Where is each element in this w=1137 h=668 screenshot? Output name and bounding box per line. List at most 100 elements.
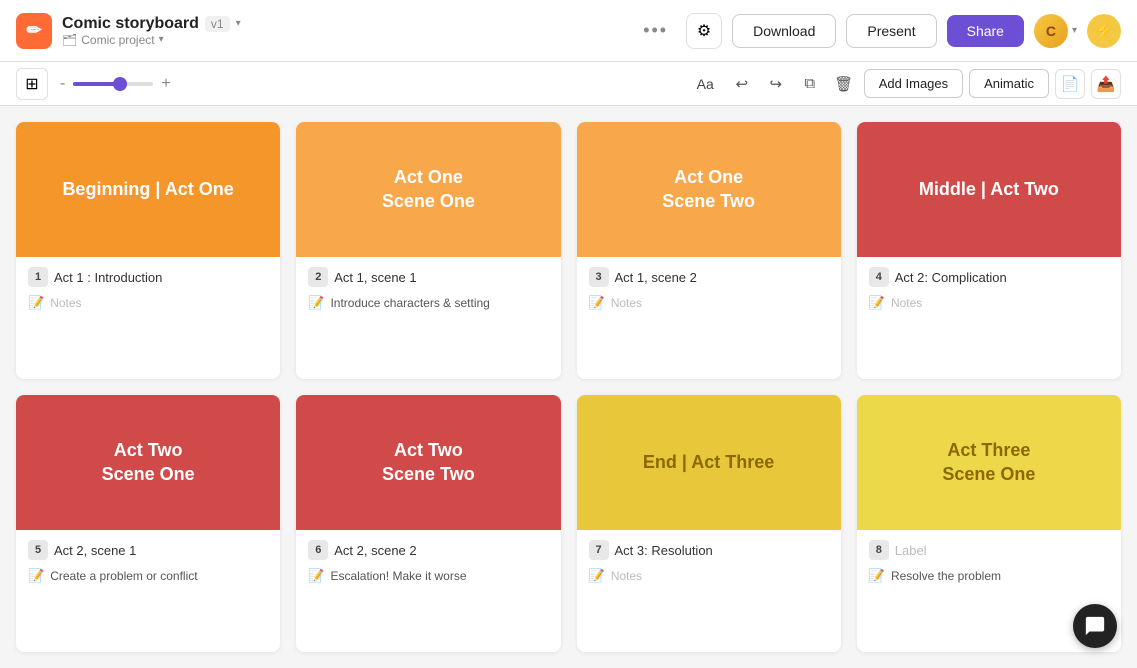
card-image: Act TwoScene Two [296, 395, 560, 530]
card-body: 8Label📝Resolve the problem [857, 530, 1121, 592]
avatar-group: C ▾ [1034, 14, 1077, 48]
card-body: 7 Act 3: Resolution 📝 Notes [577, 530, 841, 592]
card-body: 3 Act 1, scene 2 📝 Notes [577, 257, 841, 319]
card-image: Act OneScene One [296, 122, 560, 257]
notes-row: 📝 Notes [589, 295, 829, 311]
version-chevron[interactable]: ▾ [236, 18, 241, 29]
notes-row: 📝 Notes [589, 568, 829, 584]
download-button[interactable]: Download [732, 14, 836, 48]
more-options-button[interactable]: ••• [635, 16, 676, 45]
scene-row: 5 Act 2, scene 1 [28, 540, 268, 560]
card-body: 2 Act 1, scene 1 📝 Introduce characters & s… [296, 257, 560, 319]
notes-text: Notes [50, 296, 81, 310]
present-button[interactable]: Present [846, 14, 936, 48]
scene-number: 5 [28, 540, 48, 560]
notes-icon: 📝 [308, 295, 324, 311]
chat-bubble-button[interactable] [1073, 604, 1117, 648]
duplicate-button[interactable]: ⧉ [796, 70, 824, 98]
scene-title: Act 1, scene 1 [334, 270, 416, 285]
chat-icon [1084, 615, 1106, 637]
scene-number: 8 [869, 540, 889, 560]
zoom-slider[interactable] [73, 82, 153, 86]
app-title: Comic storyboard [62, 15, 199, 33]
avatar: C [1034, 14, 1068, 48]
scene-title: Act 3: Resolution [615, 543, 713, 558]
notes-icon: 📝 [28, 295, 44, 311]
notes-row: 📝 Introduce characters & setting [308, 295, 548, 311]
card-body: 1Act 1 : Introduction 📝 Notes [16, 257, 280, 319]
storyboard-card[interactable]: Act TwoScene One 5 Act 2, scene 1 📝 Create a… [16, 395, 280, 652]
settings-button[interactable]: ⚙ [686, 13, 722, 49]
animatic-button[interactable]: Animatic [969, 69, 1049, 98]
undo-button[interactable]: ↩ [728, 70, 756, 98]
scene-number: 1 [28, 267, 48, 287]
notes-text: Introduce characters & setting [330, 296, 489, 310]
notes-text: Notes [611, 296, 642, 310]
scene-number: 2 [308, 267, 328, 287]
scene-number: 7 [589, 540, 609, 560]
header: ✏ Comic storyboard v1 ▾ 🗂 Comic project … [0, 0, 1137, 62]
export-button[interactable]: 📤 [1091, 69, 1121, 99]
font-button[interactable]: Aa [689, 72, 722, 96]
folder-icon: 🗂 [62, 33, 77, 47]
notes-icon: 📝 [589, 295, 605, 311]
zoom-minus-button[interactable]: - [56, 73, 69, 95]
scene-title: Act 2: Complication [895, 270, 1007, 285]
card-image: Beginning | Act One [16, 122, 280, 257]
project-name: Comic project [81, 33, 154, 47]
scene-number: 4 [869, 267, 889, 287]
notes-row: 📝 Notes [28, 295, 268, 311]
scene-row: 8 Label [869, 540, 1109, 560]
notes-icon: 📝 [28, 568, 44, 584]
redo-button[interactable]: ↪ [762, 70, 790, 98]
scene-title: Act 2, scene 2 [334, 543, 416, 558]
scene-row: 2 Act 1, scene 1 [308, 267, 548, 287]
logo-icon: ✏ [16, 13, 52, 49]
logo-symbol: ✏ [26, 20, 41, 41]
storyboard-card[interactable]: Act OneScene Two3Act 1, scene 2📝Notes [577, 122, 841, 379]
notes-icon: 📝 [869, 295, 885, 311]
notes-row: 📝 Create a problem or conflict [28, 568, 268, 584]
scene-row: 4 Act 2: Complication [869, 267, 1109, 287]
storyboard-card[interactable]: Act OneScene One 2 Act 1, scene 1 📝 Introduc… [296, 122, 560, 379]
storyboard-card[interactable]: End | Act Three 7 Act 3: Resolution 📝 Notes [577, 395, 841, 652]
scene-number: 6 [308, 540, 328, 560]
scene-title: Label [895, 543, 927, 558]
scene-row: 3 Act 1, scene 2 [589, 267, 829, 287]
notes-icon: 📝 [308, 568, 324, 584]
card-image: Act TwoScene One [16, 395, 280, 530]
storyboard-card[interactable]: Middle | Act Two 4 Act 2: Complication 📝 Not… [857, 122, 1121, 379]
scene-title: Act 2, scene 1 [54, 543, 136, 558]
notes-icon: 📝 [869, 568, 885, 584]
trash-button[interactable]: 🗑 [830, 70, 858, 98]
card-image: End | Act Three [577, 395, 841, 530]
card-body: 5 Act 2, scene 1 📝 Create a problem or conf… [16, 530, 280, 592]
storyboard-card[interactable]: Act TwoScene Two 6 Act 2, scene 2 📝Escalati… [296, 395, 560, 652]
scene-row: 7 Act 3: Resolution [589, 540, 829, 560]
card-image: Middle | Act Two [857, 122, 1121, 257]
document-view-button[interactable]: 📄 [1055, 69, 1085, 99]
toolbar: ⊞ - + Aa ↩ ↪ ⧉ 🗑 Add Images Animatic 📄 📤 [0, 62, 1137, 106]
scene-number: 3 [589, 267, 609, 287]
avatar-chevron[interactable]: ▾ [1072, 25, 1077, 36]
notes-text: Create a problem or conflict [50, 569, 197, 583]
scene-row: 1Act 1 : Introduction [28, 267, 268, 287]
notes-row: 📝 Notes [869, 295, 1109, 311]
notes-text: Notes [891, 296, 922, 310]
share-button[interactable]: Share [947, 15, 1024, 47]
card-body: 4 Act 2: Complication 📝 Notes [857, 257, 1121, 319]
notes-text: Notes [611, 569, 642, 583]
zoom-control: - + [56, 73, 175, 95]
notes-icon: 📝 [589, 568, 605, 584]
version-badge: v1 [205, 16, 230, 32]
zoom-plus-button[interactable]: + [157, 73, 174, 95]
lightning-button[interactable]: ⚡ [1087, 14, 1121, 48]
project-chevron[interactable]: ▾ [159, 34, 164, 45]
storyboard-grid: Beginning | Act One1Act 1 : Introduction… [0, 106, 1137, 668]
storyboard-card[interactable]: Beginning | Act One1Act 1 : Introduction… [16, 122, 280, 379]
grid-view-button[interactable]: ⊞ [16, 68, 48, 100]
scene-title: Act 1, scene 2 [615, 270, 697, 285]
add-images-button[interactable]: Add Images [864, 69, 963, 98]
card-body: 6 Act 2, scene 2 📝Escalation! Make it wors… [296, 530, 560, 592]
notes-row: 📝Escalation! Make it worse [308, 568, 548, 584]
